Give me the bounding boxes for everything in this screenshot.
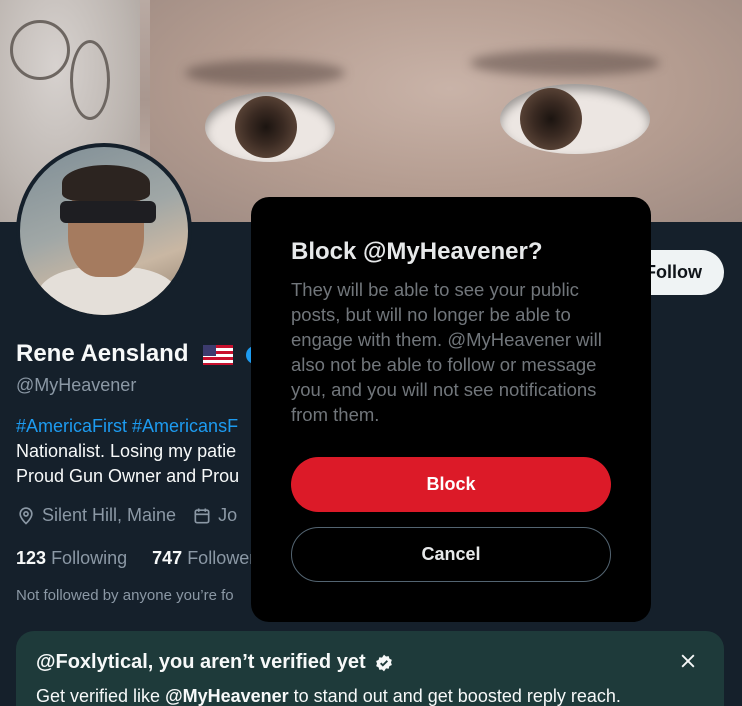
banner-right-eye <box>500 84 650 154</box>
location-icon <box>19 506 33 525</box>
verified-check-icon <box>375 654 392 671</box>
profile-name: Rene Aensland <box>16 340 264 368</box>
not-followed-text: Not followed by anyone you’re fo <box>16 587 234 604</box>
profile-location: Silent Hill, Maine <box>42 505 177 525</box>
verification-promo-card: @Foxlytical, you aren’t verified yet Get… <box>16 631 724 706</box>
profile-avatar[interactable] <box>16 143 192 319</box>
profile-handle: @MyHeavener <box>16 375 137 395</box>
banner-left-eye <box>205 92 335 162</box>
close-icon[interactable] <box>678 651 698 671</box>
hashtag-link[interactable]: #AmericaFirst <box>16 416 127 436</box>
block-button[interactable]: Block <box>291 457 611 512</box>
profile-meta: Silent Hill, Maine Jo <box>16 505 237 526</box>
block-confirm-dialog: Block @MyHeavener? They will be able to … <box>251 197 651 622</box>
dialog-body: They will be able to see your public pos… <box>291 279 602 425</box>
hashtag-link[interactable]: #AmericansF <box>132 416 238 436</box>
following-link[interactable]: 123 Following <box>16 548 127 568</box>
profile-stats: 123 Following 747 Follower <box>16 548 255 569</box>
us-flag-icon <box>203 344 234 365</box>
followers-link[interactable]: 747 Follower <box>152 548 255 568</box>
profile-joined: Jo <box>218 505 238 525</box>
verify-card-title: @Foxlytical, you aren’t verified yet <box>36 651 704 674</box>
profile-bio: #AmericaFirst #AmericansF Nationalist. L… <box>16 416 240 486</box>
dialog-title: Block @MyHeavener? <box>291 238 543 265</box>
calendar-icon <box>194 508 210 523</box>
cancel-button[interactable]: Cancel <box>291 527 611 582</box>
verify-card-body: Get verified like @MyHeavener to stand o… <box>36 686 621 706</box>
